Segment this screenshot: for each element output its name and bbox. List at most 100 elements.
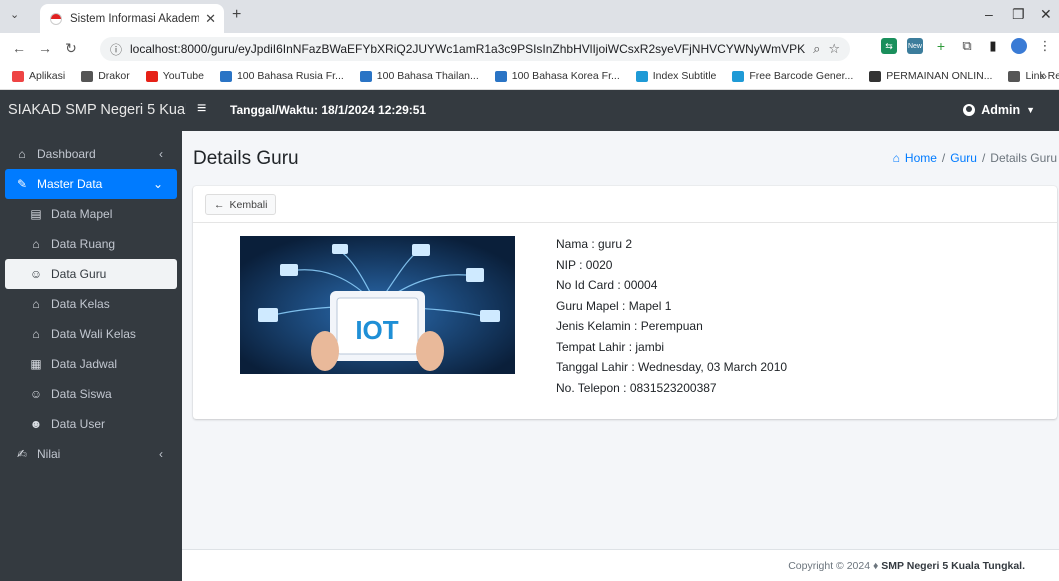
bookmark-icon	[81, 70, 94, 82]
chevron-left-icon: ‹	[159, 147, 163, 161]
minimize-icon[interactable]: –	[985, 6, 993, 22]
sidebar-item-data-siswa[interactable]: ☺ Data Siswa	[5, 379, 177, 409]
extension-translate-icon[interactable]: ⇆	[881, 38, 897, 54]
calendar-icon: ▦	[30, 357, 42, 371]
back-arrow-icon[interactable]: ←	[6, 40, 32, 56]
bookmark-item[interactable]: Free Barcode Gener...	[732, 70, 853, 82]
sidebar-item-data-mapel[interactable]: ▤ Data Mapel	[5, 199, 177, 229]
bookmark-item[interactable]: 100 Bahasa Rusia Fr...	[219, 70, 344, 82]
site-info-icon[interactable]: ⓘ	[110, 41, 122, 58]
sidebar-item-label: Data Wali Kelas	[51, 327, 136, 341]
bookmark-icon	[869, 70, 882, 82]
extension-plus-icon[interactable]: +	[933, 38, 949, 54]
sidebar-item-label: Data Siswa	[51, 387, 112, 401]
bookmark-item[interactable]: Link Referensi	[1008, 70, 1059, 82]
bookmark-item[interactable]: Index Subtitle	[635, 70, 717, 82]
close-window-icon[interactable]: ✕	[1040, 6, 1052, 23]
hamburger-menu-icon[interactable]: ≡	[197, 100, 206, 118]
sidebar-item-data-kelas[interactable]: ⌂ Data Kelas	[5, 289, 177, 319]
tab-favicon-icon	[50, 12, 62, 25]
bookmark-item[interactable]: Drakor	[81, 70, 130, 82]
breadcrumb-home[interactable]: Home	[905, 151, 937, 165]
bookmark-label: Index Subtitle	[652, 70, 717, 82]
bookmark-icon	[1008, 70, 1021, 82]
new-tab-icon[interactable]: +	[232, 6, 241, 24]
copyright-school[interactable]: SMP Negeri 5 Kuala Tungkal.	[881, 560, 1025, 572]
main-content: Details Guru ⌂ Home / Guru / Details Gur…	[182, 131, 1059, 581]
breadcrumb-guru[interactable]: Guru	[950, 151, 977, 165]
caret-down-icon: ▼	[1026, 105, 1035, 115]
edit-icon: ✎	[16, 177, 28, 191]
reload-icon[interactable]: ↻	[58, 40, 84, 57]
bookmark-icon	[494, 70, 507, 82]
admin-menu[interactable]: Admin ▼	[963, 103, 1035, 117]
browser-tab[interactable]: Sistem Informasi Akademik SMP ✕	[40, 4, 224, 33]
tab-search-icon[interactable]: ⌄	[10, 8, 19, 21]
detail-line: Tanggal Lahir : Wednesday, 03 March 2010	[556, 360, 788, 374]
detail-line: No Id Card : 00004	[556, 278, 658, 292]
app-header: SIAKAD SMP Negeri 5 Kuala Tu ≡ Tanggal/W…	[0, 90, 1059, 131]
side-panel-icon[interactable]: ▮	[985, 38, 1001, 54]
sidebar-item-label: Data Jadwal	[51, 357, 118, 371]
breadcrumb-current: Details Guru	[990, 151, 1057, 165]
bookmark-icon	[635, 70, 648, 82]
book-icon: ▤	[30, 207, 42, 221]
sidebar-item-data-wali-kelas[interactable]: ⌂ Data Wali Kelas	[5, 319, 177, 349]
sidebar-item-data-ruang[interactable]: ⌂ Data Ruang	[5, 229, 177, 259]
bookmark-star-icon[interactable]: ☆	[828, 41, 840, 57]
sidebar-item-data-guru[interactable]: ☺ Data Guru	[5, 259, 177, 289]
detail-line: Nama : guru 2	[556, 237, 633, 251]
extensions-puzzle-icon[interactable]: ⧉	[959, 38, 975, 54]
bookmark-label: Drakor	[98, 70, 130, 82]
app-brand[interactable]: SIAKAD SMP Negeri 5 Kuala Tu	[8, 102, 186, 118]
tab-close-icon[interactable]: ✕	[205, 11, 216, 27]
chevron-left-icon: ‹	[159, 447, 163, 461]
iot-text: IOT	[355, 315, 398, 345]
bookmark-label: 100 Bahasa Korea Fr...	[511, 70, 620, 82]
sidebar-item-dashboard[interactable]: ⌂ Dashboard ‹	[5, 139, 177, 169]
extension-new-icon[interactable]: New	[907, 38, 923, 54]
sidebar-item-data-jadwal[interactable]: ▦ Data Jadwal	[5, 349, 177, 379]
bookmark-item[interactable]: PERMAINAN ONLIN...	[869, 70, 992, 82]
detail-line: No. Telepon : 0831523200387	[556, 380, 717, 395]
tab-strip: ⌄ Sistem Informasi Akademik SMP ✕ + – ❐ …	[0, 0, 1059, 33]
detail-line: Jenis Kelamin : Perempuan	[556, 319, 703, 333]
breadcrumb-separator: /	[981, 151, 986, 165]
datetime-display: Tanggal/Waktu: 18/1/2024 12:29:51	[230, 103, 427, 117]
bookmark-icon	[219, 70, 232, 82]
back-button[interactable]: ← Kembali	[205, 194, 277, 215]
home-icon[interactable]: ⌂	[893, 151, 900, 165]
copyright-text: Copyright © 2024 ♦ SMP Negeri 5 Kuala Tu…	[788, 560, 1025, 572]
bookmark-label: PERMAINAN ONLIN...	[886, 70, 993, 82]
back-button-label: Kembali	[229, 198, 268, 211]
bookmark-label: Aplikasi	[29, 70, 66, 82]
user-plus-icon: ☻	[29, 417, 43, 431]
kebab-menu-icon[interactable]: ⋮	[1037, 38, 1053, 54]
sidebar-item-label: Data Mapel	[51, 207, 113, 221]
page-title: Details Guru	[193, 148, 299, 169]
sidebar-item-data-user[interactable]: ☻ Data User	[5, 409, 177, 439]
sidebar-item-nilai[interactable]: ✍ Nilai ‹	[5, 439, 177, 469]
zoom-icon[interactable]: ⌕	[813, 41, 820, 57]
home-icon: ⌂	[32, 327, 40, 341]
details-card: ← Kembali IOT Nama: guru 2 NIP: 0020 N…	[193, 186, 1057, 419]
bookmark-label: Free Barcode Gener...	[749, 70, 854, 82]
home-icon: ⌂	[32, 297, 40, 311]
forward-arrow-icon[interactable]: →	[32, 40, 58, 56]
admin-label: Admin	[981, 103, 1021, 117]
address-bar[interactable]: ⓘ localhost:8000/guru/eyJpdiI6InNFazBWaE…	[100, 37, 850, 61]
detail-line: Guru Mapel : Mapel 1	[556, 298, 672, 313]
bookmark-item[interactable]: 100 Bahasa Thailan...	[359, 70, 479, 82]
bookmark-item[interactable]: YouTube	[145, 70, 204, 82]
home-icon: ⌂	[18, 147, 26, 161]
bookmark-item[interactable]: 100 Bahasa Korea Fr...	[494, 70, 620, 82]
url-text: localhost:8000/guru/eyJpdiI6InNFazBWaEFY…	[130, 42, 806, 56]
profile-avatar-icon[interactable]	[1011, 38, 1027, 54]
bookmark-label: 100 Bahasa Rusia Fr...	[236, 70, 344, 82]
sidebar-item-master-data[interactable]: ✎ Master Data ⌄	[5, 169, 177, 199]
restore-icon[interactable]: ❐	[1012, 6, 1025, 23]
bookmark-item[interactable]: Aplikasi	[12, 70, 65, 82]
extensions-area: ⇆ New + ⧉ ▮ ⋮	[881, 38, 1053, 54]
bookmarks-more-icon[interactable]: »	[1040, 69, 1047, 83]
bookmark-icon	[732, 70, 745, 82]
